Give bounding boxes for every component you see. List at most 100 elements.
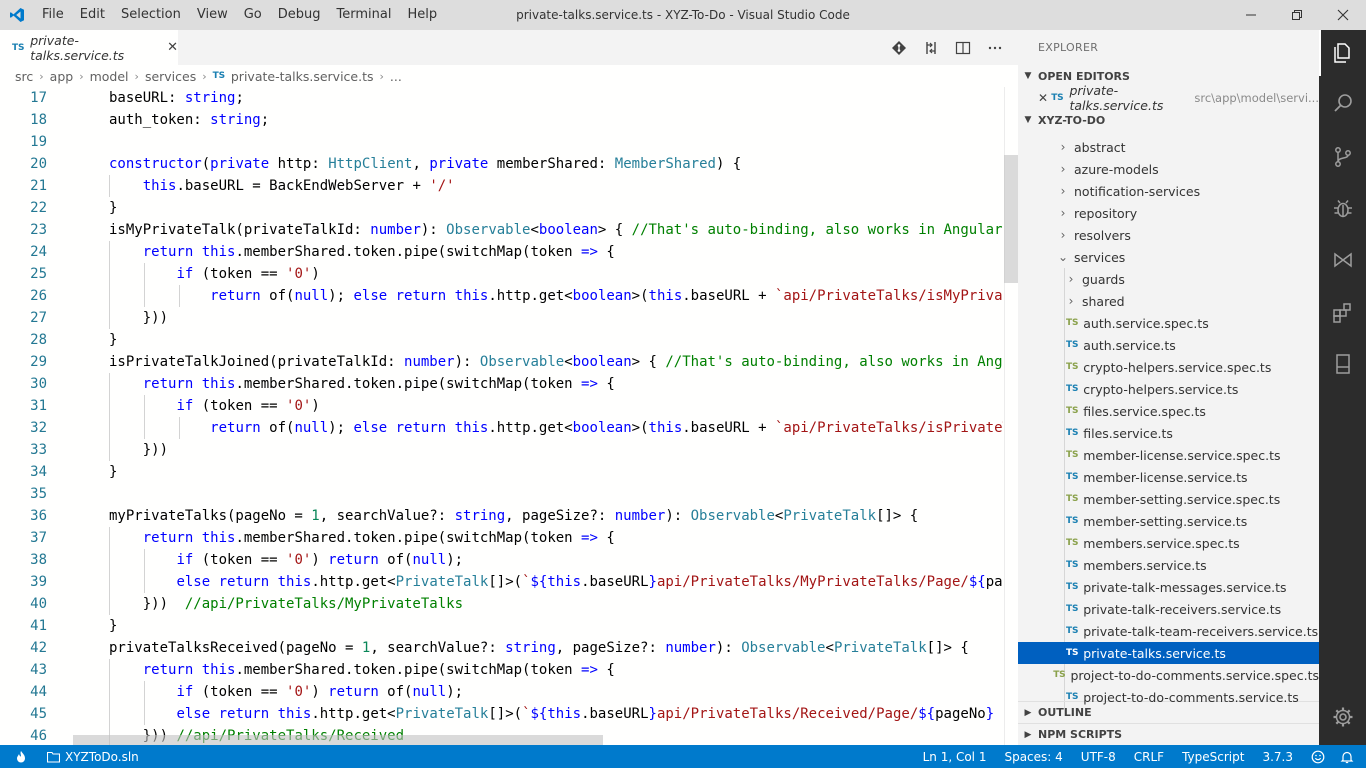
activity-extensions[interactable] [1319, 290, 1366, 336]
typescript-file-icon: TS [1066, 692, 1079, 702]
code-line-22: } [109, 200, 118, 216]
close-window-button[interactable] [1320, 0, 1366, 30]
code-line-20: constructor(private http: HttpClient, pr… [109, 156, 742, 172]
activity-remote[interactable] [1319, 237, 1366, 283]
tree-item-label: resolvers [1074, 227, 1131, 243]
folder-shared[interactable]: › shared [1018, 290, 1319, 312]
tab-close-icon[interactable]: ✕ [167, 40, 178, 55]
typescript-version[interactable]: 3.7.3 [1253, 745, 1302, 768]
folder-services[interactable]: ⌄ services [1018, 246, 1319, 268]
menu-terminal[interactable]: Terminal [329, 0, 400, 30]
npm-scripts-header[interactable]: ▶ NPM SCRIPTS [1018, 723, 1319, 745]
file-crypto-helpers-service-spec-ts[interactable]: TS crypto-helpers.service.spec.ts [1018, 356, 1319, 378]
file-crypto-helpers-service-ts[interactable]: TS crypto-helpers.service.ts [1018, 378, 1319, 400]
folder-azure-models[interactable]: › azure-models [1018, 158, 1319, 180]
breadcrumb-services[interactable]: services [145, 69, 196, 84]
menu-view[interactable]: View [189, 0, 236, 30]
notifications-button[interactable] [1334, 745, 1366, 768]
language-mode[interactable]: TypeScript [1173, 745, 1253, 768]
folder-abstract[interactable]: › abstract [1018, 136, 1319, 158]
file-auth-service-spec-ts[interactable]: TS auth.service.spec.ts [1018, 312, 1319, 334]
split-editor-button[interactable] [952, 37, 974, 59]
folder-repository[interactable]: › repository [1018, 202, 1319, 224]
remote-status[interactable] [0, 745, 38, 768]
restore-button[interactable] [1274, 0, 1320, 30]
encoding-status[interactable]: UTF-8 [1072, 745, 1125, 768]
code-editor[interactable]: 17 18 19 20 21 22 23 24 25 26 27 28 29 30 31 32 33 34 35 36… [0, 87, 1018, 745]
typescript-file-icon: TS [1066, 450, 1079, 460]
folder-notification-services[interactable]: › notification-services [1018, 180, 1319, 202]
horizontal-scrollbar[interactable] [73, 735, 603, 745]
file-member-license-service-spec-ts[interactable]: TS member-license.service.spec.ts [1018, 444, 1319, 466]
minimize-button[interactable] [1228, 0, 1274, 30]
menu-go[interactable]: Go [236, 0, 270, 30]
close-editor-icon[interactable]: ✕ [1038, 91, 1051, 105]
menu-edit[interactable]: Edit [72, 0, 113, 30]
file-private-talk-team-receivers-service-ts[interactable]: TS private-talk-team-receivers.service.ts [1018, 620, 1319, 642]
more-actions-button[interactable] [984, 37, 1006, 59]
solution-status[interactable]: XYZToDo.sln [38, 745, 148, 768]
breadcrumb-symbols[interactable]: ... [390, 69, 402, 84]
open-changes-button[interactable] [888, 37, 910, 59]
activity-panel[interactable] [1319, 341, 1366, 387]
tree-item-label: files.service.ts [1083, 425, 1173, 441]
breadcrumb-app[interactable]: app [50, 69, 74, 84]
close-icon [1337, 9, 1349, 21]
code-line-37: return this.memberShared.token.pipe(swit… [142, 530, 615, 546]
cursor-position[interactable]: Ln 1, Col 1 [914, 745, 996, 768]
extensions-icon [1332, 303, 1351, 323]
project-label: XYZ-TO-DO [1038, 113, 1106, 127]
code-lines[interactable]: baseURL: string; auth_token: string; con… [73, 87, 1003, 745]
typescript-file-icon: TS [1066, 604, 1079, 614]
line-number: 27 [30, 310, 47, 326]
file-private-talk-messages-service-ts[interactable]: TS private-talk-messages.service.ts [1018, 576, 1319, 598]
line-number: 40 [30, 596, 47, 612]
project-header[interactable]: ▼ XYZ-TO-DO [1018, 109, 1319, 131]
file-member-setting-service-ts[interactable]: TS member-setting.service.ts [1018, 510, 1319, 532]
file-files-service-spec-ts[interactable]: TS files.service.spec.ts [1018, 400, 1319, 422]
feedback-button[interactable] [1302, 745, 1334, 768]
chevron-right-icon: › [1068, 294, 1074, 308]
menu-file[interactable]: File [34, 0, 72, 30]
open-editor-item[interactable]: ✕ TS private-talks.service.ts src\app\mo… [1018, 83, 1319, 113]
tab-private-talks-service[interactable]: TS private-talks.service.ts ✕ [0, 30, 178, 65]
chevron-right-icon: ▶ [1024, 729, 1032, 740]
code-line-36: myPrivateTalks(pageNo = 1, searchValue?:… [109, 508, 919, 524]
folder-resolvers[interactable]: › resolvers [1018, 224, 1319, 246]
line-number: 45 [30, 706, 47, 722]
breadcrumb-src[interactable]: src [15, 69, 33, 84]
tree-item-label: files.service.spec.ts [1083, 403, 1206, 419]
activity-explorer[interactable] [1319, 30, 1366, 76]
line-number: 17 [30, 90, 47, 106]
folder-guards[interactable]: › guards [1018, 268, 1319, 290]
menu-debug[interactable]: Debug [270, 0, 329, 30]
editor-actions [888, 30, 1006, 65]
file-member-setting-service-spec-ts[interactable]: TS member-setting.service.spec.ts [1018, 488, 1319, 510]
activity-source-control[interactable] [1319, 134, 1366, 180]
file-private-talks-service-ts[interactable]: TS private-talks.service.ts [1018, 642, 1319, 664]
chevron-right-icon: › [39, 69, 44, 83]
file-members-service-spec-ts[interactable]: TS members.service.spec.ts [1018, 532, 1319, 554]
menu-selection[interactable]: Selection [113, 0, 189, 30]
indentation-status[interactable]: Spaces: 4 [995, 745, 1071, 768]
tab-label: private-talks.service.ts [30, 32, 125, 63]
file-members-service-ts[interactable]: TS members.service.ts [1018, 554, 1319, 576]
breadcrumb-model[interactable]: model [90, 69, 129, 84]
eol-status[interactable]: CRLF [1125, 745, 1173, 768]
activity-settings[interactable] [1319, 694, 1366, 740]
file-project-to-do-comments-service-ts[interactable]: TS project-to-do-comments.service.ts [1018, 686, 1319, 708]
vertical-scrollbar[interactable] [1004, 155, 1018, 283]
file-member-license-service-ts[interactable]: TS member-license.service.ts [1018, 466, 1319, 488]
activity-search[interactable] [1319, 80, 1366, 126]
file-files-service-ts[interactable]: TS files.service.ts [1018, 422, 1319, 444]
line-number: 31 [30, 398, 47, 414]
toggle-diff-button[interactable] [920, 37, 942, 59]
file-private-talk-receivers-service-ts[interactable]: TS private-talk-receivers.service.ts [1018, 598, 1319, 620]
chevron-down-icon: ▼ [1024, 115, 1032, 125]
breadcrumb-file[interactable]: private-talks.service.ts [231, 69, 374, 84]
file-auth-service-ts[interactable]: TS auth.service.ts [1018, 334, 1319, 356]
editor-tab-bar: TS private-talks.service.ts ✕ [0, 30, 1018, 65]
file-project-to-do-comments-service-spec-ts[interactable]: TS project-to-do-comments.service.spec.ts [1018, 664, 1319, 686]
activity-debug[interactable] [1319, 186, 1366, 232]
